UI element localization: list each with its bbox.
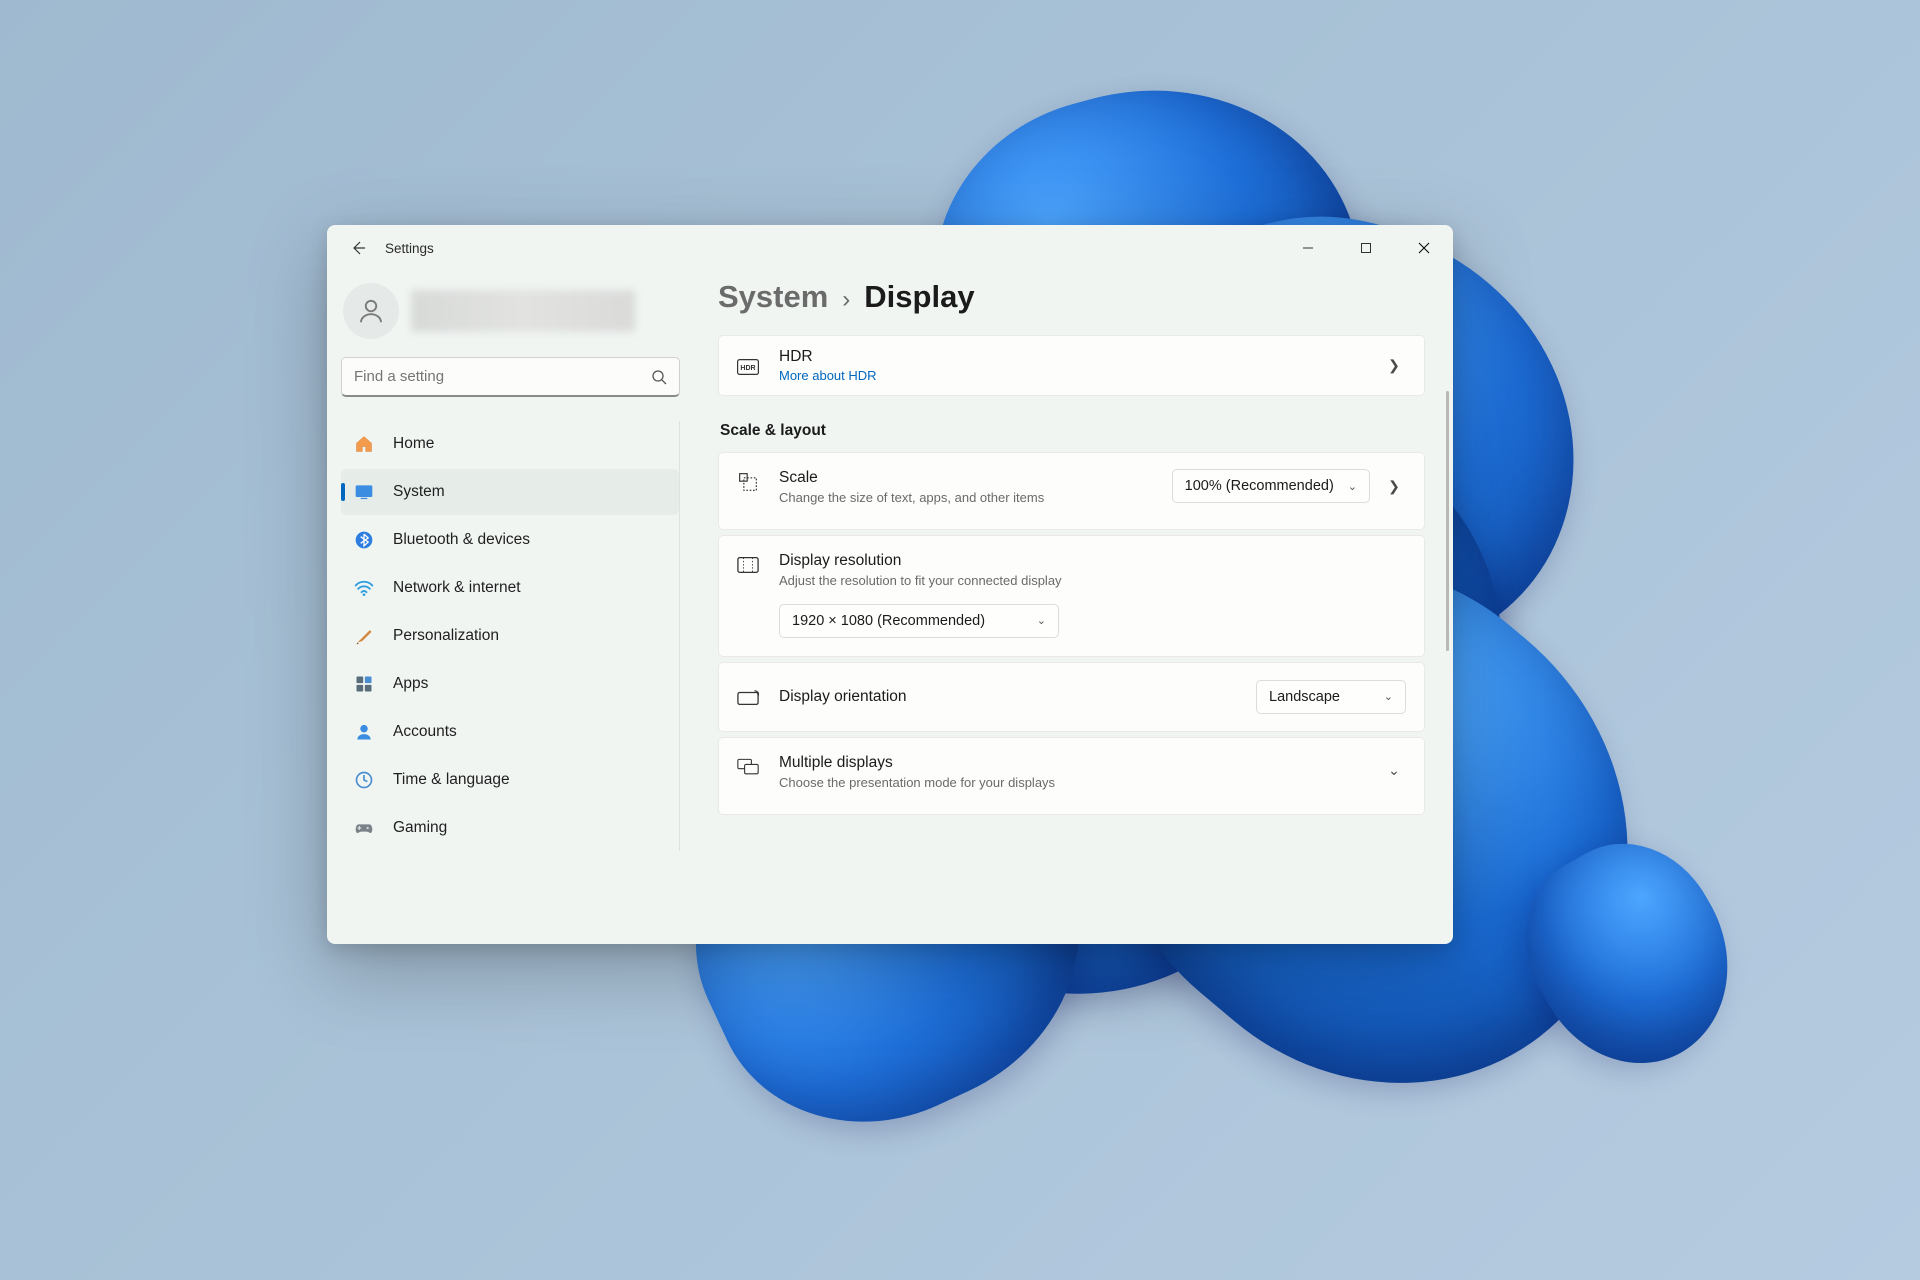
section-scale-layout: Scale & layout — [720, 422, 1425, 440]
apps-icon — [353, 673, 375, 695]
resolution-dropdown[interactable]: 1920 × 1080 (Recommended) ⌄ — [779, 604, 1059, 638]
hdr-card[interactable]: HDR HDR More about HDR ❯ — [718, 335, 1425, 396]
sidebar-item-label: Apps — [393, 675, 428, 693]
profile-block[interactable] — [341, 277, 680, 357]
chevron-down-icon: ⌄ — [1348, 480, 1357, 493]
sidebar-item-label: Personalization — [393, 627, 499, 645]
orientation-card: Display orientation Landscape ⌄ — [718, 662, 1425, 732]
nav-list: Home System Bluetooth & devices Network … — [341, 421, 680, 851]
search-input[interactable] — [354, 368, 651, 385]
accounts-icon — [353, 721, 375, 743]
chevron-down-icon: ⌄ — [1384, 690, 1393, 703]
settings-window: Settings — [327, 225, 1453, 944]
orientation-title: Display orientation — [779, 688, 1256, 706]
minimize-button[interactable] — [1279, 225, 1337, 271]
sidebar-item-label: Home — [393, 435, 434, 453]
hdr-icon: HDR — [737, 356, 759, 378]
window-title: Settings — [385, 241, 434, 256]
paintbrush-icon — [353, 625, 375, 647]
search-box[interactable] — [341, 357, 680, 397]
close-button[interactable] — [1395, 225, 1453, 271]
resolution-card: Display resolution Adjust the resolution… — [718, 535, 1425, 657]
avatar — [343, 283, 399, 339]
sidebar-item-system[interactable]: System — [341, 469, 679, 515]
minimize-icon — [1302, 242, 1314, 254]
back-button[interactable] — [341, 231, 375, 265]
close-icon — [1418, 242, 1430, 254]
multiple-displays-sub: Choose the presentation mode for your di… — [779, 774, 1382, 792]
wifi-icon — [353, 577, 375, 599]
main-content: System › Display HDR HDR More about HDR … — [694, 271, 1453, 944]
multiple-displays-title: Multiple displays — [779, 754, 1382, 772]
sidebar-item-label: Network & internet — [393, 579, 521, 597]
maximize-button[interactable] — [1337, 225, 1395, 271]
chevron-down-icon: ⌄ — [1382, 762, 1406, 779]
sidebar-item-network[interactable]: Network & internet — [341, 565, 679, 611]
person-icon — [356, 296, 386, 326]
username-redacted — [411, 290, 635, 332]
svg-text:HDR: HDR — [740, 365, 755, 372]
sidebar-item-time-language[interactable]: Time & language — [341, 757, 679, 803]
multiple-displays-card[interactable]: Multiple displays Choose the presentatio… — [718, 737, 1425, 815]
scale-dropdown[interactable]: 100% (Recommended) ⌄ — [1172, 469, 1370, 503]
chevron-right-icon: ❯ — [1382, 357, 1406, 374]
gamepad-icon — [353, 817, 375, 839]
chevron-right-icon: ❯ — [1382, 478, 1406, 495]
maximize-icon — [1360, 242, 1372, 254]
resolution-icon — [737, 554, 759, 576]
orientation-icon — [737, 687, 759, 709]
orientation-dropdown[interactable]: Landscape ⌄ — [1256, 680, 1406, 714]
system-icon — [353, 481, 375, 503]
breadcrumb-current: Display — [864, 279, 974, 315]
sidebar-item-bluetooth[interactable]: Bluetooth & devices — [341, 517, 679, 563]
sidebar-item-label: Accounts — [393, 723, 457, 741]
breadcrumb-separator: › — [842, 286, 850, 314]
scale-title: Scale — [779, 469, 1172, 487]
clock-globe-icon — [353, 769, 375, 791]
search-icon — [651, 369, 667, 385]
sidebar-item-personalization[interactable]: Personalization — [341, 613, 679, 659]
sidebar: Home System Bluetooth & devices Network … — [327, 271, 694, 944]
hdr-title: HDR — [779, 348, 1382, 366]
window-controls — [1279, 225, 1453, 271]
scale-card[interactable]: Scale Change the size of text, apps, and… — [718, 452, 1425, 530]
sidebar-item-home[interactable]: Home — [341, 421, 679, 467]
scale-icon — [737, 471, 759, 493]
titlebar: Settings — [327, 225, 1453, 271]
resolution-value: 1920 × 1080 (Recommended) — [792, 613, 985, 629]
bluetooth-icon — [353, 529, 375, 551]
scale-value: 100% (Recommended) — [1185, 478, 1334, 494]
orientation-value: Landscape — [1269, 689, 1340, 705]
sidebar-item-accounts[interactable]: Accounts — [341, 709, 679, 755]
sidebar-item-label: Bluetooth & devices — [393, 531, 530, 549]
resolution-title: Display resolution — [779, 552, 1406, 570]
multiple-displays-icon — [737, 756, 759, 778]
sidebar-item-gaming[interactable]: Gaming — [341, 805, 679, 851]
home-icon — [353, 433, 375, 455]
back-arrow-icon — [350, 240, 366, 256]
sidebar-item-label: Gaming — [393, 819, 447, 837]
breadcrumb: System › Display — [718, 279, 1425, 315]
breadcrumb-parent[interactable]: System — [718, 279, 828, 315]
resolution-sub: Adjust the resolution to fit your connec… — [779, 572, 1406, 590]
hdr-more-link[interactable]: More about HDR — [779, 368, 1382, 383]
sidebar-item-label: System — [393, 483, 445, 501]
chevron-down-icon: ⌄ — [1037, 614, 1046, 627]
sidebar-item-apps[interactable]: Apps — [341, 661, 679, 707]
sidebar-item-label: Time & language — [393, 771, 510, 789]
scale-sub: Change the size of text, apps, and other… — [779, 489, 1172, 507]
scrollbar[interactable] — [1446, 341, 1449, 934]
